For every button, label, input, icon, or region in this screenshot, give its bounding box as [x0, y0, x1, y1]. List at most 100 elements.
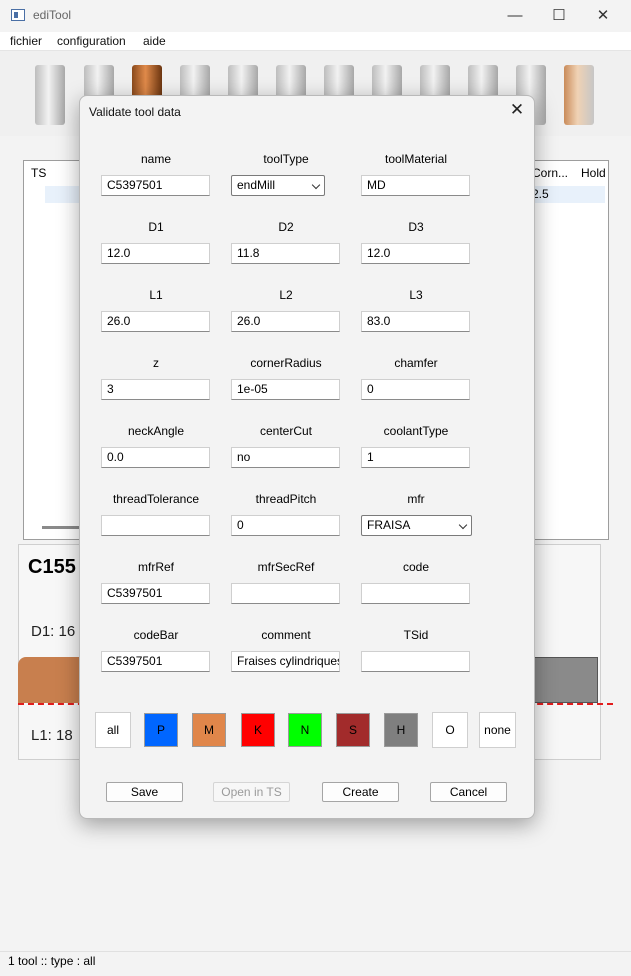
- value--d3: 12.0: [367, 246, 391, 260]
- label--t-sid: TSid: [403, 628, 429, 642]
- cylinder-icon[interactable]: [35, 65, 65, 125]
- field--d2[interactable]: 11.8: [231, 243, 340, 264]
- label-coolant-type: coolantType: [383, 424, 449, 438]
- label-tool-type: toolType: [263, 152, 309, 166]
- menu-aide[interactable]: aide: [143, 34, 166, 48]
- material-all-button[interactable]: all: [95, 712, 131, 748]
- reamer-icon[interactable]: [564, 65, 594, 125]
- chevron-down-icon: [458, 520, 468, 530]
- value--d1: 12.0: [107, 246, 131, 260]
- material-m-button[interactable]: M: [192, 713, 226, 747]
- cancel-button[interactable]: Cancel: [430, 782, 507, 802]
- label-z: z: [153, 356, 159, 370]
- value-center-cut: no: [237, 450, 251, 464]
- material-k-button[interactable]: K: [241, 713, 275, 747]
- field-neck-angle[interactable]: 0.0: [101, 447, 210, 468]
- label-center-cut: centerCut: [259, 424, 313, 438]
- menu-bar: fichier configuration aide: [0, 32, 631, 51]
- app-icon: [11, 9, 25, 21]
- field-mfr-sec-ref[interactable]: [231, 583, 340, 604]
- field--l1[interactable]: 26.0: [101, 311, 210, 332]
- select-tool-type[interactable]: endMill: [231, 175, 325, 196]
- value--l3: 83.0: [367, 314, 391, 328]
- field--t-sid[interactable]: [361, 651, 470, 672]
- title-bar: ediTool — ☐ ✕: [0, 0, 631, 32]
- field-thread-tolerance[interactable]: [101, 515, 210, 536]
- value-neck-angle: 0.0: [107, 450, 124, 464]
- label-mfr-sec-ref: mfrSecRef: [257, 560, 315, 574]
- status-text: 1 tool :: type : all: [8, 954, 96, 968]
- value--l2: 26.0: [237, 314, 261, 328]
- menu-fichier[interactable]: fichier: [10, 34, 42, 48]
- value--d2: 11.8: [237, 246, 260, 260]
- menu-configuration[interactable]: configuration: [57, 34, 126, 48]
- value-tool-material: MD: [367, 178, 386, 192]
- select-mfr[interactable]: FRAISA: [361, 515, 472, 536]
- column-header-corner[interactable]: Corn...: [532, 166, 568, 180]
- close-window-button[interactable]: ✕: [581, 4, 625, 28]
- material-none-button[interactable]: none: [479, 712, 516, 748]
- close-icon[interactable]: ✕: [506, 99, 528, 121]
- tool-cutting-body: [18, 657, 80, 703]
- label--d1: D1: [148, 220, 164, 234]
- field--l3[interactable]: 83.0: [361, 311, 470, 332]
- label-chamfer: chamfer: [394, 356, 438, 370]
- label--d2: D2: [278, 220, 294, 234]
- label-code: code: [402, 560, 430, 574]
- maximize-button[interactable]: ☐: [537, 4, 581, 28]
- open-in-ts-button[interactable]: Open in TS: [213, 782, 290, 802]
- horizontal-scrollbar[interactable]: [42, 526, 82, 529]
- label-corner-radius: cornerRadius: [250, 356, 322, 370]
- field--d1[interactable]: 12.0: [101, 243, 210, 264]
- field-code[interactable]: [361, 583, 470, 604]
- preview-title: C155: [28, 556, 76, 578]
- value--l1: 26.0: [107, 314, 131, 328]
- field-code-bar[interactable]: C5397501: [101, 651, 210, 672]
- field--l2[interactable]: 26.0: [231, 311, 340, 332]
- label--l2: L2: [279, 288, 293, 302]
- value-corner-radius: 1e-05: [237, 382, 268, 396]
- tool-shank: [532, 657, 598, 703]
- label--l1: L1: [149, 288, 163, 302]
- save-button[interactable]: Save: [106, 782, 183, 802]
- preview-d1: D1: 16: [31, 623, 76, 640]
- field--d3[interactable]: 12.0: [361, 243, 470, 264]
- column-header-ts[interactable]: TS: [31, 166, 46, 180]
- value-mfr: FRAISA: [367, 518, 411, 532]
- field-chamfer[interactable]: 0: [361, 379, 470, 400]
- field-comment[interactable]: Fraises cylindriques: [231, 651, 340, 672]
- material-o-button[interactable]: O: [432, 712, 468, 748]
- value-name: C5397501: [107, 178, 163, 192]
- label-neck-angle: neckAngle: [127, 424, 185, 438]
- material-p-button[interactable]: P: [144, 713, 178, 747]
- minimize-button[interactable]: —: [493, 4, 537, 28]
- value-coolant-type: 1: [367, 450, 374, 464]
- field-coolant-type[interactable]: 1: [361, 447, 470, 468]
- validate-dialog: Validate tool data ✕ name C5397501 toolTyp…: [79, 95, 535, 819]
- app-title: ediTool: [33, 8, 72, 22]
- preview-l1: L1: 18: [31, 727, 73, 744]
- material-s-button[interactable]: S: [336, 713, 370, 747]
- material-n-button[interactable]: N: [288, 713, 322, 747]
- label-thread-tolerance: threadTolerance: [112, 492, 200, 506]
- label--d3: D3: [408, 220, 424, 234]
- label-code-bar: codeBar: [133, 628, 179, 642]
- dialog-title: Validate tool data: [89, 105, 181, 119]
- column-header-holder[interactable]: Hold: [581, 166, 606, 180]
- label-mfr: mfr: [407, 492, 425, 506]
- field-name[interactable]: C5397501: [101, 175, 210, 196]
- value-tool-type: endMill: [237, 178, 276, 192]
- field-corner-radius[interactable]: 1e-05: [231, 379, 340, 400]
- field-tool-material[interactable]: MD: [361, 175, 470, 196]
- field-z[interactable]: 3: [101, 379, 210, 400]
- label-thread-pitch: threadPitch: [255, 492, 317, 506]
- field-center-cut[interactable]: no: [231, 447, 340, 468]
- label-comment: comment: [261, 628, 311, 642]
- field-mfr-ref[interactable]: C5397501: [101, 583, 210, 604]
- chevron-down-icon: [311, 180, 321, 190]
- value-comment: Fraises cylindriques: [237, 654, 340, 668]
- create-button[interactable]: Create: [322, 782, 399, 802]
- label-name: name: [140, 152, 172, 166]
- material-h-button[interactable]: H: [384, 713, 418, 747]
- field-thread-pitch[interactable]: 0: [231, 515, 340, 536]
